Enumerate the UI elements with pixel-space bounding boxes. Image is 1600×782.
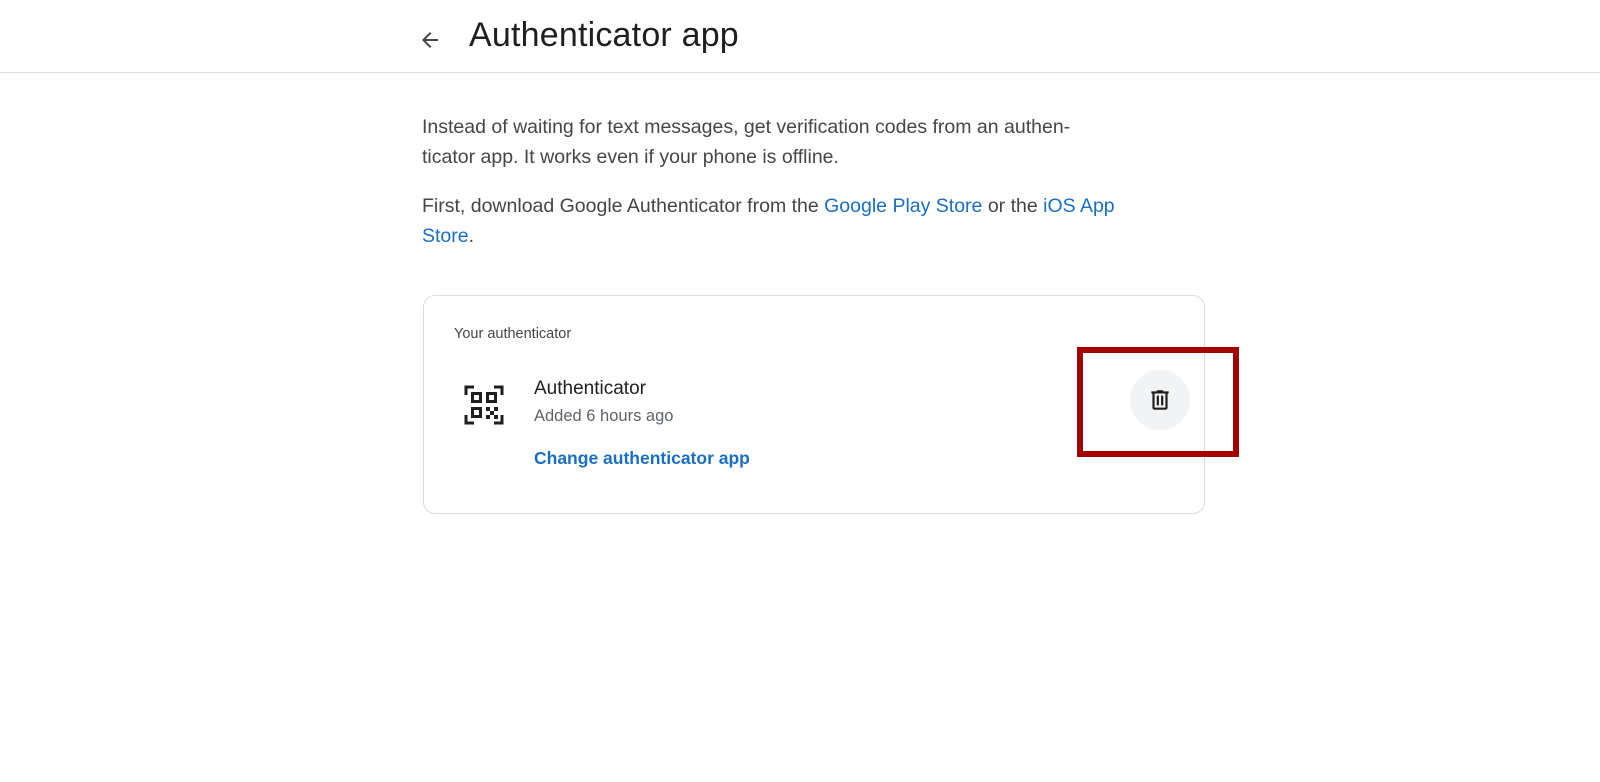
download-middle: or the: [982, 195, 1044, 217]
delete-authenticator-button[interactable]: [1130, 370, 1190, 430]
authenticator-name: Authenticator: [534, 378, 646, 399]
download-prefix: First, download Google Authenticator fro…: [422, 195, 825, 217]
authenticator-added-time: Added 6 hours ago: [534, 407, 674, 425]
arrow-left-icon: [422, 32, 438, 48]
intro-paragraph: Instead of waiting for text messages, ge…: [422, 116, 1071, 168]
download-paragraph: First, download Google Authenticator fro…: [422, 191, 1122, 251]
change-authenticator-link[interactable]: Change authenticator app: [534, 448, 750, 469]
google-play-store-link[interactable]: Google Play Store: [824, 195, 982, 217]
card-heading: Your authenticator: [454, 326, 572, 342]
qr-code-icon: [464, 385, 504, 425]
back-button[interactable]: [412, 22, 448, 58]
top-bar: Authenticator app: [0, 0, 1600, 73]
trash-icon: [1151, 390, 1169, 410]
download-suffix: .: [468, 225, 475, 247]
page-title: Authenticator app: [469, 16, 739, 54]
intro-section: Instead of waiting for text messages, ge…: [422, 112, 1122, 251]
authenticator-card: Your authenticator Authenticator Added 6…: [423, 295, 1205, 514]
